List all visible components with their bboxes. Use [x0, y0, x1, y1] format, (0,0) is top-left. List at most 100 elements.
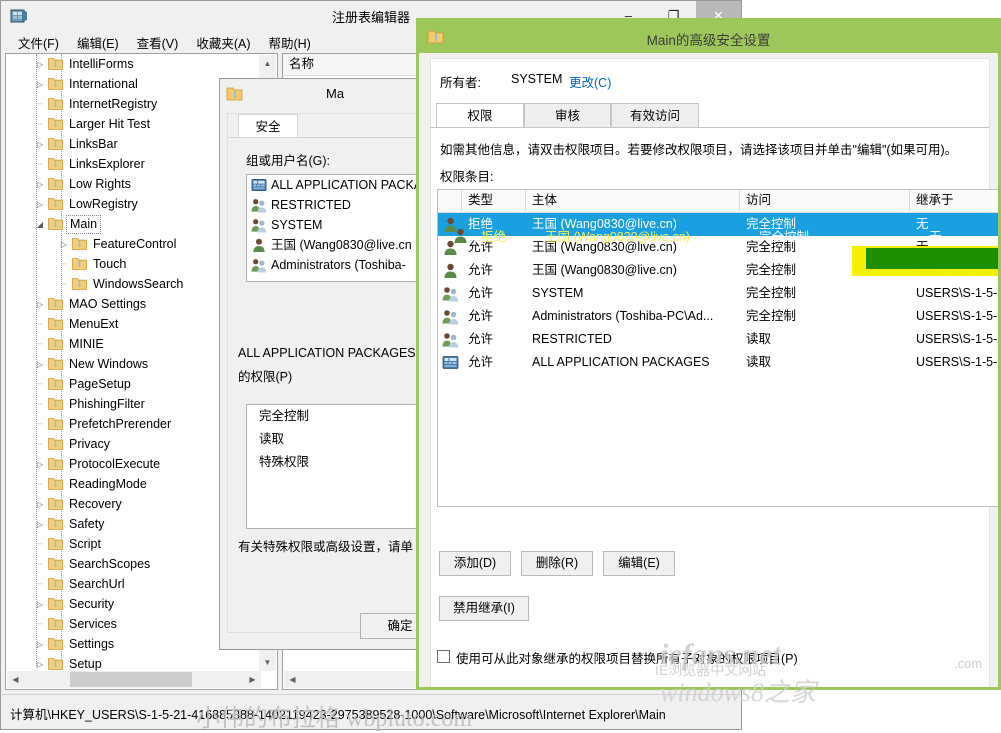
expand-collapse-icon[interactable]: ▷: [34, 494, 46, 514]
tree-leaf-dash: ┄: [34, 614, 46, 634]
expand-collapse-icon[interactable]: ▷: [34, 354, 46, 374]
tree-item-label: MenuExt: [69, 314, 118, 334]
scroll-down-icon[interactable]: ▼: [259, 654, 276, 671]
entry-principal: SYSTEM: [532, 282, 583, 305]
expand-collapse-icon[interactable]: ▷: [34, 454, 46, 474]
scroll-up-icon[interactable]: ▲: [259, 55, 276, 72]
tree-leaf-dash: ┄: [34, 374, 46, 394]
registry-status-bar: 计算机\HKEY_USERS\S-1-5-21-416885388-140211…: [2, 694, 741, 728]
folder-icon: [72, 256, 88, 272]
column-inherited-from[interactable]: 继承于: [910, 190, 1001, 211]
folder-icon: [226, 85, 244, 103]
permission-row[interactable]: 特殊权限: [247, 451, 420, 474]
menu-edit[interactable]: 编辑(E): [68, 31, 128, 54]
folder-icon: [48, 216, 64, 232]
permission-entry-row[interactable]: 允许ALL APPLICATION PACKAGES读取USERS\S-1-5-…: [438, 351, 1001, 374]
column-principal[interactable]: 主体: [526, 190, 740, 211]
tree-item-intelliforms[interactable]: ▷IntelliForms: [6, 54, 260, 74]
menu-favorites[interactable]: 收藏夹(A): [187, 31, 259, 54]
permission-entries-table[interactable]: 类型 主体 访问 继承于 拒绝王国 (Wang0830@live.cn)完全控制…: [437, 189, 1001, 507]
menu-view[interactable]: 查看(V): [128, 31, 188, 54]
expand-collapse-icon[interactable]: ▷: [34, 194, 46, 214]
expand-collapse-icon[interactable]: ▷: [34, 174, 46, 194]
tab-auditing[interactable]: 审核: [524, 103, 611, 128]
tree-item-setup[interactable]: ▷Setup: [6, 654, 260, 672]
tree-item-label: Services: [69, 614, 117, 634]
scroll-left-icon[interactable]: ◀: [7, 671, 24, 688]
expand-collapse-icon[interactable]: ▷: [34, 54, 46, 74]
group-user-item[interactable]: 王国 (Wang0830@live.cn: [247, 235, 420, 255]
disable-inheritance-button[interactable]: 禁用继承(I): [439, 596, 529, 621]
group-or-user-list[interactable]: ALL APPLICATION PACKARESTRICTEDSYSTEM王国 …: [246, 174, 420, 282]
column-access[interactable]: 访问: [740, 190, 910, 211]
entry-access: 读取: [746, 328, 771, 351]
special-permissions-note: 有关特殊权限或高级设置，请单: [238, 536, 413, 555]
column-type[interactable]: 类型: [462, 190, 526, 211]
group-icon: [251, 197, 267, 213]
expand-collapse-icon[interactable]: ▷: [34, 74, 46, 94]
tab-permissions[interactable]: 权限: [436, 103, 524, 128]
entry-inherited-from: USERS\S-1-5-21: [916, 305, 1001, 328]
folder-icon: [48, 356, 64, 372]
folder-icon: [72, 256, 88, 272]
add-button[interactable]: 添加(D): [439, 551, 511, 576]
tree-leaf-dash: ┄: [34, 534, 46, 554]
folder-icon: [48, 216, 64, 232]
group-icon: [251, 257, 267, 273]
properties-inner-panel: 安全 组或用户名(G): ALL APPLICATION PACKARESTRI…: [227, 113, 420, 633]
expand-collapse-icon[interactable]: ▷: [34, 294, 46, 314]
hscroll-thumb[interactable]: [70, 672, 192, 687]
folder-icon: [48, 636, 64, 652]
tree-item-label: Script: [69, 534, 101, 554]
menu-help[interactable]: 帮助(H): [259, 31, 319, 54]
scroll-right-icon[interactable]: ▶: [244, 671, 261, 688]
replace-child-permissions-checkbox[interactable]: [437, 650, 450, 663]
tab-effective-access[interactable]: 有效访问: [611, 103, 699, 128]
expand-collapse-icon[interactable]: ▷: [34, 134, 46, 154]
entry-type: 允许: [468, 259, 493, 282]
tree-horizontal-scrollbar[interactable]: ◀ ▶: [7, 671, 261, 688]
expand-collapse-icon[interactable]: ▷: [34, 634, 46, 654]
expand-collapse-icon[interactable]: ▷: [34, 514, 46, 534]
tree-item-label: LinksExplorer: [69, 154, 145, 174]
expand-collapse-icon-open[interactable]: ◢: [34, 214, 46, 234]
replace-child-permissions-label: 使用可从此对象继承的权限项目替换所有子对象的权限项目(P): [456, 648, 798, 667]
expand-collapse-icon[interactable]: ▷: [34, 654, 46, 672]
edit-button[interactable]: 编辑(E): [603, 551, 675, 576]
tab-security[interactable]: 安全: [238, 114, 298, 138]
app-package-icon: [442, 354, 459, 371]
entry-type: 允许: [468, 328, 493, 351]
permissions-list[interactable]: 完全控制读取特殊权限: [246, 404, 420, 529]
permission-row[interactable]: 读取: [247, 428, 420, 451]
entry-type: 允许: [468, 305, 493, 328]
expand-collapse-icon[interactable]: ▷: [58, 234, 70, 254]
entry-inherited-from: 无: [916, 213, 929, 236]
folder-icon: [48, 396, 64, 412]
group-user-item[interactable]: Administrators (Toshiba-: [247, 255, 420, 275]
permission-entry-row[interactable]: 允许RESTRICTED读取USERS\S-1-5-21: [438, 328, 1001, 351]
group-user-item[interactable]: SYSTEM: [247, 215, 420, 235]
owner-value: SYSTEM: [511, 72, 562, 86]
group-user-item[interactable]: RESTRICTED: [247, 195, 420, 215]
ok-button[interactable]: 确定: [360, 613, 420, 639]
scroll-left-icon[interactable]: ◀: [284, 671, 301, 688]
permission-entry-row[interactable]: 允许SYSTEM完全控制USERS\S-1-5-21: [438, 282, 1001, 305]
expand-collapse-icon[interactable]: ▷: [34, 594, 46, 614]
permission-table-rows: 拒绝王国 (Wang0830@live.cn)完全控制无允许 王国 (Wang08…: [438, 213, 1001, 374]
tree-item-label: PageSetup: [69, 374, 131, 394]
folder-icon: [48, 496, 64, 512]
group-icon: [251, 217, 267, 233]
folder-icon: [72, 236, 88, 252]
properties-dialog: Ma 安全 组或用户名(G): ALL APPLICATION PACKARES…: [219, 78, 420, 650]
owner-change-link[interactable]: 更改(C): [569, 72, 611, 91]
permission-entry-row[interactable]: 允许Administrators (Toshiba-PC\Ad...完全控制US…: [438, 305, 1001, 328]
menu-file[interactable]: 文件(F): [9, 31, 68, 54]
permission-entry-row[interactable]: 拒绝王国 (Wang0830@live.cn)完全控制无: [438, 213, 1001, 236]
group-user-item[interactable]: ALL APPLICATION PACKA: [247, 175, 420, 195]
entry-principal: 王国 (Wang0830@live.cn): [532, 213, 677, 236]
permission-row[interactable]: 完全控制: [247, 405, 420, 428]
folder-icon: [48, 296, 64, 312]
tree-item-label: SearchUrl: [69, 574, 125, 594]
remove-button[interactable]: 删除(R): [521, 551, 593, 576]
properties-sheet: 组或用户名(G): ALL APPLICATION PACKARESTRICTE…: [228, 137, 420, 578]
